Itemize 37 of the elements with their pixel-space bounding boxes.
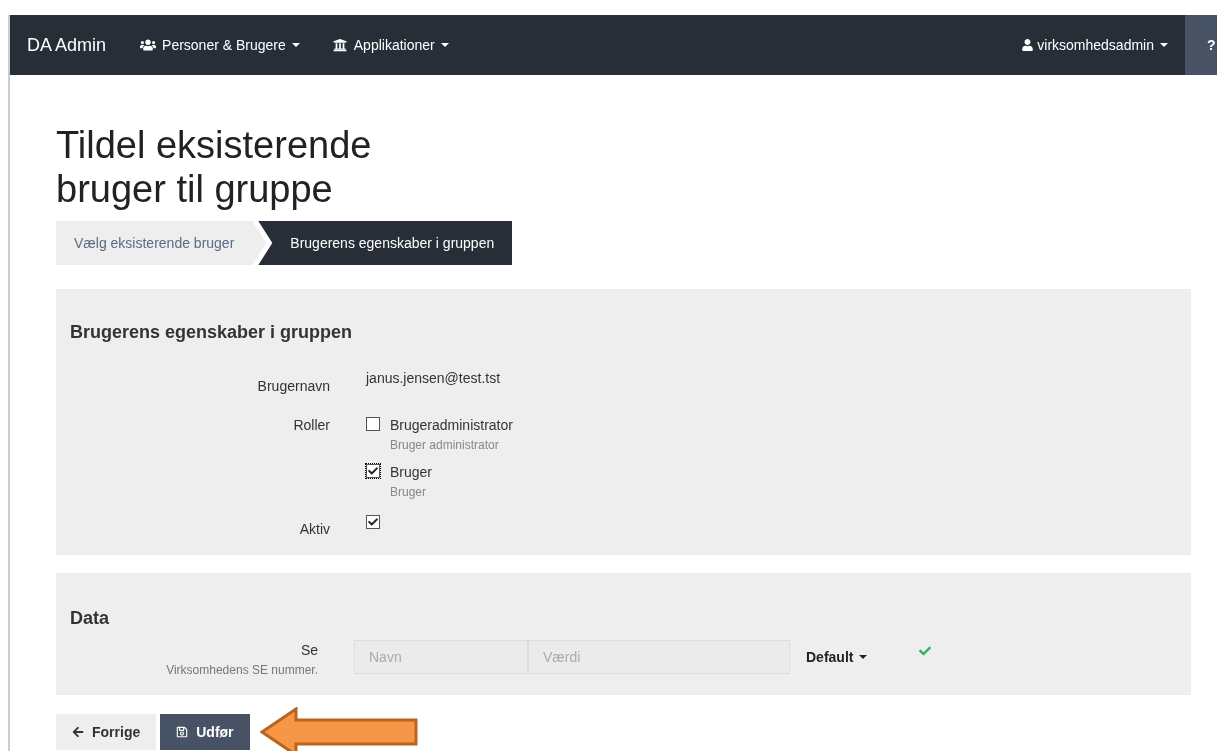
nav-menu[interactable]: Applikationer <box>331 34 449 56</box>
page-title: Tildel eksisterende bruger til gruppe <box>56 123 373 211</box>
people-icon <box>140 38 157 52</box>
field-label: Aktiv <box>298 520 330 539</box>
back-button[interactable]: Forrige <box>56 714 157 750</box>
nav-menu[interactable]: Personer & Brugere <box>140 34 300 56</box>
caret-icon <box>440 43 449 47</box>
default-dropdown[interactable]: Default <box>806 640 868 674</box>
checkbox[interactable] <box>366 464 380 478</box>
checkbox[interactable] <box>366 515 380 529</box>
wizard-step[interactable]: Vælg eksisterende bruger <box>56 221 267 265</box>
save-icon <box>176 726 189 738</box>
field-hint: Virksomhedens SE nummer. <box>166 662 318 679</box>
caret-icon <box>1160 43 1168 47</box>
name-field[interactable]: Navn <box>354 640 528 674</box>
user-icon <box>1022 39 1034 51</box>
value-field[interactable]: Værdi <box>528 640 790 674</box>
user-menu[interactable]: virksomhedsadmin <box>1022 34 1168 56</box>
field-label: Brugernavn <box>256 377 330 396</box>
arrow-left-icon <box>72 726 84 738</box>
checkbox[interactable] <box>366 417 380 431</box>
caret-icon <box>291 43 300 47</box>
wizard-step[interactable]: Brugerens egenskaber i gruppen <box>258 221 513 265</box>
role-description: Bruger <box>390 484 428 501</box>
save-button[interactable]: Udfør <box>160 714 250 750</box>
role-name: Bruger <box>390 463 433 482</box>
field-label: Roller <box>292 416 330 435</box>
field-label: Se <box>300 641 318 660</box>
help-button[interactable]: ? <box>1185 15 1217 75</box>
brand[interactable]: DA Admin <box>27 31 107 59</box>
building-icon <box>331 38 348 52</box>
role-name: Brugeradministrator <box>390 416 513 435</box>
username-value: janus.jensen@test.tst <box>366 369 502 388</box>
role-description: Bruger administrator <box>390 437 500 454</box>
section-heading: Data <box>70 607 110 630</box>
section-heading: Brugerens egenskaber i gruppen <box>70 321 354 344</box>
caret-icon <box>859 655 868 659</box>
